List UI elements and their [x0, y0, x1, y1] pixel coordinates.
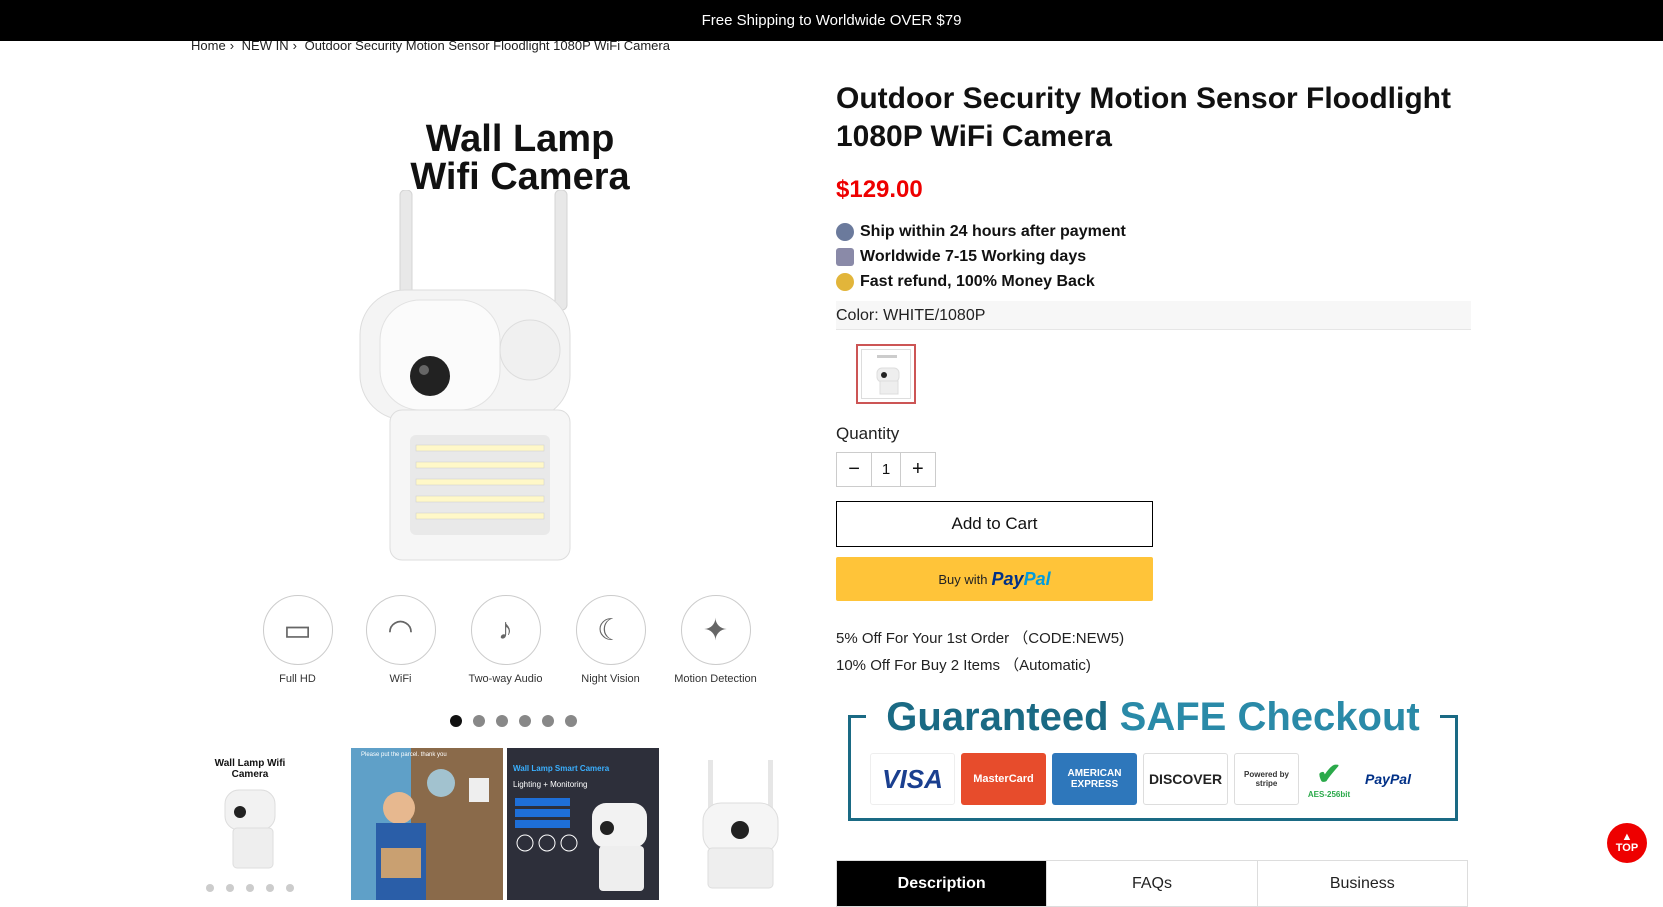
feature-label: Motion Detection: [674, 673, 757, 685]
shopping-cart-icon: [836, 247, 854, 266]
thumbnail-strip: Wall Lamp Wifi Camera Please put the par…: [195, 748, 795, 900]
safe-checkout-badge: Guaranteed SAFE Checkout VISA MasterCard…: [848, 695, 1458, 821]
payment-cards-row: VISA MasterCard AMERICAN EXPRESS DISCOVE…: [870, 753, 1417, 805]
camera-front-image: [702, 760, 779, 889]
paypal-logo: PayPal: [1359, 753, 1417, 805]
aes-shield-icon: ✔ AES-256bit: [1305, 753, 1353, 805]
paypal-logo-pay: Pay: [991, 568, 1024, 589]
breadcrumb-separator: ›: [292, 38, 297, 53]
tab-description[interactable]: Description: [837, 861, 1047, 906]
tab-faqs[interactable]: FAQs: [1046, 861, 1256, 906]
perk-item: Ship within 24 hours after payment: [836, 222, 1471, 241]
feature-label: Full HD: [279, 673, 316, 685]
quantity-increase-button[interactable]: +: [901, 453, 935, 486]
hero-image-title: Wall Lamp Wifi Camera: [380, 120, 660, 196]
add-to-cart-button[interactable]: Add to Cart: [836, 501, 1153, 547]
delivery-truck-icon: [836, 222, 854, 241]
thumbnail-3[interactable]: Wall Lamp Smart Camera Lighting + Monito…: [507, 748, 659, 900]
perk-text: Worldwide 7-15 Working days: [860, 247, 1087, 265]
breadcrumb: Home › NEW IN › Outdoor Security Motion Se…: [191, 38, 674, 53]
quantity-stepper: − 1 +: [836, 452, 936, 487]
feature-label: WiFi: [389, 673, 412, 685]
microphone-icon: ♪: [470, 595, 541, 665]
slide-dots: [450, 715, 577, 727]
thumbnail-4[interactable]: [663, 748, 815, 900]
breadcrumb-current: Outdoor Security Motion Sensor Floodligh…: [304, 38, 670, 53]
thumbnail-2[interactable]: Please put the parcel. thank you: [351, 748, 503, 900]
coin-icon: [836, 272, 854, 291]
slide-dot-3[interactable]: [496, 715, 508, 727]
wifi-icon: ◠: [365, 595, 436, 665]
scroll-top-label: TOP: [1615, 842, 1639, 854]
visa-logo: VISA: [870, 753, 955, 805]
feature-item: ☾ Night Vision: [558, 595, 663, 685]
feature-icons-row: ▭ Full HD ◠ WiFi ♪ Two-way Audio ☾ Night…: [260, 595, 760, 695]
amex-logo: AMERICAN EXPRESS: [1052, 753, 1137, 805]
perk-text: Ship within 24 hours after payment: [860, 222, 1126, 240]
scroll-to-top-button[interactable]: ▲ TOP: [1607, 823, 1647, 863]
paypal-logo-pal: Pal: [1023, 568, 1051, 589]
hero-title-line1: Wall Lamp: [425, 118, 615, 160]
color-value: WHITE/1080P: [883, 307, 986, 324]
smart-camera-image: [515, 798, 647, 891]
feature-label: Night Vision: [581, 673, 640, 685]
slide-dot-5[interactable]: [542, 715, 554, 727]
breadcrumb-separator: ›: [229, 38, 235, 53]
color-label: Color:: [836, 307, 879, 324]
feature-item: ✦ Motion Detection: [663, 595, 768, 685]
color-option-row: Color: WHITE/1080P: [836, 301, 1471, 330]
feature-label: Two-way Audio: [468, 673, 543, 685]
product-title: Outdoor Security Motion Sensor Floodligh…: [836, 82, 1451, 153]
paypal-prefix: Buy with: [938, 571, 988, 587]
quantity-decrease-button[interactable]: −: [837, 453, 871, 486]
product-tabs: Description FAQs Business: [836, 860, 1468, 907]
color-swatch-white[interactable]: [856, 344, 916, 404]
perk-item: Worldwide 7-15 Working days: [836, 247, 1471, 266]
thumbnail-caption: Please put the parcel. thank you: [361, 752, 447, 758]
quantity-input[interactable]: 1: [871, 453, 901, 486]
free-shipping-banner: Free Shipping to Worldwide OVER $79: [0, 0, 1663, 41]
swatch-camera-image: [876, 355, 900, 395]
quantity-label: Quantity: [836, 424, 900, 443]
camera-thumbnail-image: [206, 789, 294, 892]
walking-person-icon: ✦: [680, 595, 751, 665]
slide-dot-1[interactable]: [450, 715, 462, 727]
hd-video-icon: ▭: [262, 595, 333, 665]
feature-item: ♪ Two-way Audio: [453, 595, 558, 685]
product-info: Outdoor Security Motion Sensor Floodligh…: [836, 80, 1471, 821]
feature-item: ▭ Full HD: [245, 595, 350, 685]
promo-item: 5% Off For Your 1st Order （CODE:NEW5): [836, 630, 1125, 647]
perk-text: Fast refund, 100% Money Back: [860, 272, 1095, 290]
product-gallery[interactable]: Wall Lamp Wifi Camera ▭ Full HD ◠ WiFi ♪…: [200, 90, 800, 730]
aes-label: AES-256bit: [1307, 789, 1351, 799]
paypal-checkout-button[interactable]: Buy with PayPal: [836, 557, 1153, 601]
stripe-secure-lock-icon: Powered by stripe: [1234, 753, 1299, 805]
discover-logo: DISCOVER: [1143, 753, 1228, 805]
camera-product-image: [359, 190, 571, 561]
perk-item: Fast refund, 100% Money Back: [836, 272, 1471, 291]
moon-icon: ☾: [575, 595, 646, 665]
feature-item: ◠ WiFi: [348, 595, 453, 685]
tab-business[interactable]: Business: [1256, 861, 1467, 906]
slide-dot-2[interactable]: [473, 715, 485, 727]
perks-list: Ship within 24 hours after payment World…: [836, 222, 1471, 291]
promo-list: 5% Off For Your 1st Order （CODE:NEW5) 10…: [836, 625, 1471, 679]
promo-item: 10% Off For Buy 2 Items （Automatic): [836, 657, 1091, 674]
thumbnail-caption: Wall Lamp Wifi Camera: [214, 758, 286, 780]
slide-dot-4[interactable]: [519, 715, 531, 727]
mastercard-logo: MasterCard: [961, 753, 1046, 805]
product-price: $129.00: [836, 176, 923, 203]
delivery-scene-image: [351, 748, 503, 900]
breadcrumb-category[interactable]: NEW IN: [242, 38, 289, 53]
breadcrumb-home[interactable]: Home: [191, 38, 226, 53]
slide-dot-6[interactable]: [565, 715, 577, 727]
safe-checkout-title: Guaranteed SAFE Checkout: [868, 695, 1438, 740]
thumbnail-1[interactable]: Wall Lamp Wifi Camera: [195, 748, 347, 900]
